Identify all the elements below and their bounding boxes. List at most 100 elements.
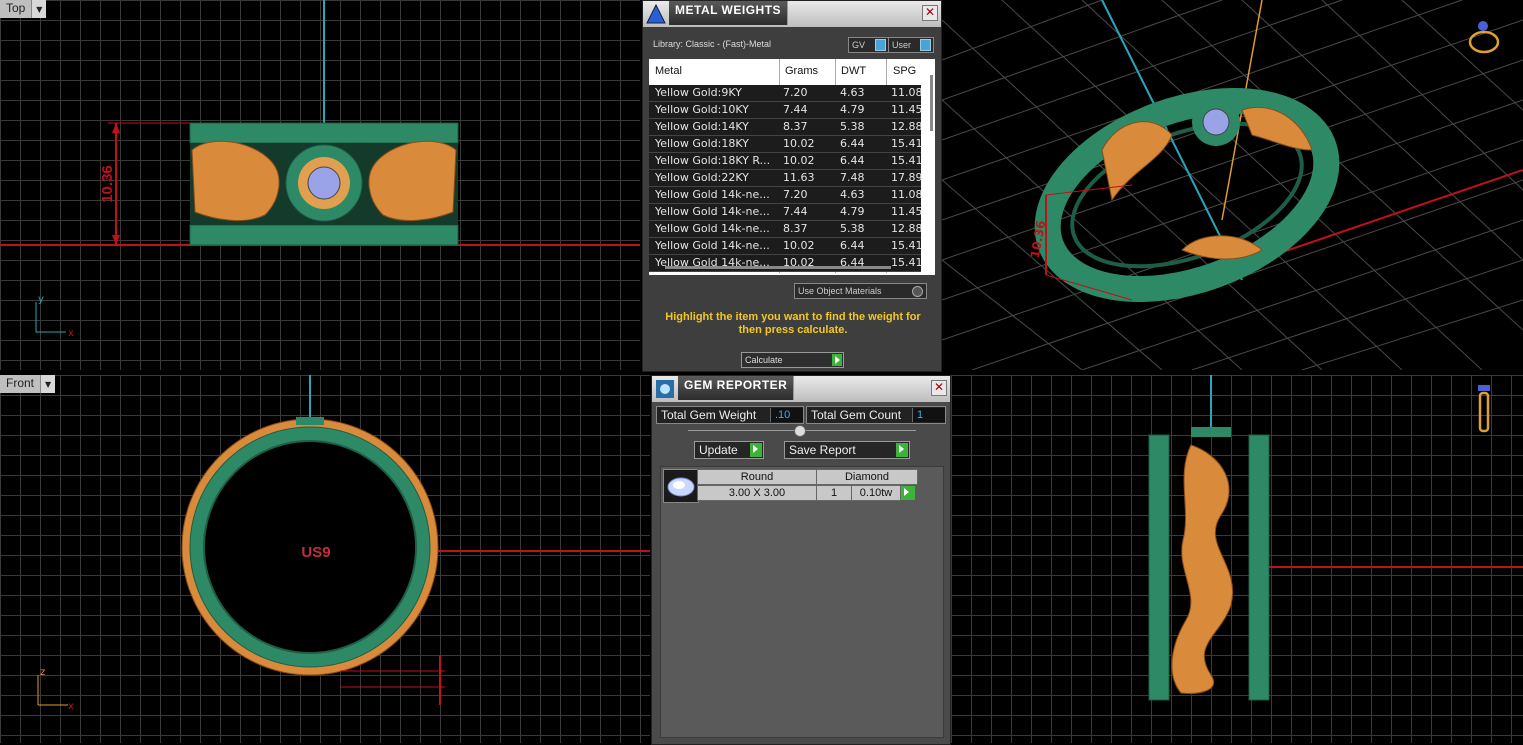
total-gem-weight-label: Total Gem Weight	[661, 408, 757, 422]
gem-count-cell: 1	[816, 485, 852, 501]
viewport-perspective[interactable]: 10.36	[942, 0, 1523, 370]
vertical-scrollbar[interactable]	[930, 75, 933, 131]
gem-shape-header: Round	[697, 469, 817, 485]
table-cell: Yellow Gold 14k-ne...	[655, 205, 770, 218]
total-gem-count-field: Total Gem Count 1	[806, 406, 946, 424]
front-view-drawing: US9 x z	[37, 375, 650, 712]
table-row[interactable]: Yellow Gold:18KY R... 10.02 6.44 15.41	[649, 153, 921, 170]
gem-size-cell: 3.00 X 3.00	[697, 485, 817, 501]
table-row[interactable]: Yellow Gold:9KY 7.20 4.63 11.08	[649, 85, 921, 102]
play-arrow-icon	[901, 486, 915, 500]
ring-size-label: US9	[301, 544, 330, 561]
chevron-down-icon[interactable]: ▼	[31, 0, 47, 18]
column-header-grams[interactable]: Grams	[785, 65, 818, 77]
viewport-front-label[interactable]: Front ▼	[0, 375, 56, 393]
close-icon[interactable]: ✕	[931, 380, 947, 396]
metal-table[interactable]: Metal Grams DWT SPG Yellow Gold:9KY 7.20 4…	[649, 59, 935, 275]
top-dimension-label: 10.36	[99, 165, 116, 203]
right-view-drawing	[1148, 375, 1523, 701]
table-cell: 7.44	[783, 205, 808, 218]
play-arrow-icon	[750, 443, 762, 457]
table-cell: 4.63	[840, 188, 865, 201]
table-cell: 10.02	[783, 137, 815, 150]
gem-reporter-panel: GEM REPORTER ✕ Total Gem Weight .10 Tota…	[651, 375, 951, 745]
calculate-label: Calculate	[745, 355, 783, 365]
table-cell: 7.48	[840, 171, 865, 184]
table-cell: Yellow Gold:9KY	[655, 86, 742, 99]
gem-reporter-icon	[656, 380, 674, 398]
table-cell: 15.41	[891, 137, 921, 150]
ring-side-navigator-icon[interactable]	[1478, 385, 1490, 433]
table-cell: Yellow Gold:10KY	[655, 103, 749, 116]
table-row[interactable]: Yellow Gold:10KY 7.44 4.79 11.45	[649, 102, 921, 119]
column-header-dwt[interactable]: DWT	[841, 65, 866, 77]
metal-weights-titlebar[interactable]: METAL WEIGHTS ✕	[643, 1, 941, 27]
table-cell: 6.44	[840, 154, 865, 167]
table-cell: 15.41	[891, 256, 921, 269]
table-cell: 11.08	[891, 188, 921, 201]
table-cell: 7.20	[783, 188, 808, 201]
gem-weight-cell: 0.10tw	[851, 485, 901, 501]
column-header-spg[interactable]: SPG	[893, 65, 916, 77]
library-label: Library: Classic - (Fast)-Metal	[653, 39, 772, 49]
use-object-materials-label: Use Object Materials	[798, 286, 882, 296]
table-cell: 4.79	[840, 205, 865, 218]
viewport-top-label[interactable]: Top ▼	[0, 0, 47, 18]
viewport-top[interactable]: 10.36 x y Top ▼	[0, 0, 640, 370]
viewport-front[interactable]: US9 x z Front ▼	[0, 375, 650, 743]
table-cell: Yellow Gold:22KY	[655, 171, 749, 184]
table-row[interactable]: Yellow Gold:14KY 8.37 5.38 12.88	[649, 119, 921, 136]
save-report-button[interactable]: Save Report	[784, 441, 910, 459]
axis-x-label: x	[68, 328, 74, 339]
table-row[interactable]: Yellow Gold:22KY 11.63 7.48 17.89	[649, 170, 921, 187]
table-cell: Yellow Gold:14KY	[655, 120, 749, 133]
gem-table: Round Diamond 3.00 X 3.00 1 0.10tw	[660, 466, 944, 738]
table-cell: 6.44	[840, 239, 865, 252]
gem-reporter-titlebar[interactable]: GEM REPORTER ✕	[652, 376, 950, 402]
table-cell: 12.88	[891, 120, 921, 133]
gem-material-header: Diamond	[816, 469, 918, 485]
table-row[interactable]: Yellow Gold 14k-ne... 8.37 5.38 12.88	[649, 221, 921, 238]
gv-toggle[interactable]: GV	[848, 37, 889, 53]
horizontal-scrollbar[interactable]	[665, 266, 891, 269]
table-cell: 8.37	[783, 120, 808, 133]
use-object-materials-checkbox[interactable]: Use Object Materials	[794, 283, 927, 299]
table-cell: 5.38	[840, 222, 865, 235]
diamond-icon	[667, 477, 695, 497]
play-arrow-icon	[896, 443, 908, 457]
table-cell: Yellow Gold:18KY R...	[655, 154, 771, 167]
close-icon[interactable]: ✕	[922, 5, 938, 21]
table-row[interactable]: Yellow Gold:18KY 10.02 6.44 15.41	[649, 136, 921, 153]
table-row[interactable]: Yellow Gold 14k-ne... 7.44 4.79 11.45	[649, 204, 921, 221]
table-row[interactable]: Yellow Gold 14k-ne... 10.02 6.44 15.41	[649, 255, 921, 272]
gem-thumbnail[interactable]	[663, 469, 699, 503]
table-cell: 11.63	[783, 171, 815, 184]
table-row[interactable]: Yellow Gold 14k-ne... 7.20 4.63 11.08	[649, 187, 921, 204]
table-row[interactable]: Yellow Gold 14k-ne... 10.02 6.44 15.41	[649, 238, 921, 255]
table-cell: Yellow Gold 14k-ne...	[655, 239, 770, 252]
table-cell: 11.08	[891, 86, 921, 99]
table-cell: 8.37	[783, 222, 808, 235]
user-toggle-label: User	[892, 40, 912, 50]
metal-weights-panel: METAL WEIGHTS ✕ Library: Classic - (Fast…	[642, 0, 942, 372]
chevron-down-icon[interactable]: ▼	[40, 375, 56, 393]
play-arrow-icon	[832, 354, 842, 366]
update-label: Update	[699, 443, 738, 457]
table-cell: Yellow Gold 14k-ne...	[655, 222, 770, 235]
table-cell: 4.63	[840, 86, 865, 99]
table-cell: 15.41	[891, 154, 921, 167]
update-button[interactable]: Update	[694, 441, 764, 459]
user-toggle[interactable]: User	[888, 37, 934, 53]
calculate-button[interactable]: Calculate	[741, 352, 844, 368]
column-header-metal[interactable]: Metal	[655, 65, 682, 77]
collapse-handle[interactable]	[794, 425, 806, 437]
metal-weights-icon	[646, 3, 666, 24]
viewport-right[interactable]	[951, 375, 1523, 743]
total-gem-weight-field: Total Gem Weight .10	[656, 406, 804, 424]
gem-row-action-button[interactable]	[901, 486, 915, 500]
metal-table-header: Metal Grams DWT SPG	[649, 59, 921, 83]
instruction-text: Highlight the item you want to find the …	[665, 311, 921, 336]
viewport-front-name: Front	[0, 375, 41, 393]
gem-reporter-title: GEM REPORTER	[678, 376, 795, 400]
metal-weights-title: METAL WEIGHTS	[669, 1, 789, 25]
